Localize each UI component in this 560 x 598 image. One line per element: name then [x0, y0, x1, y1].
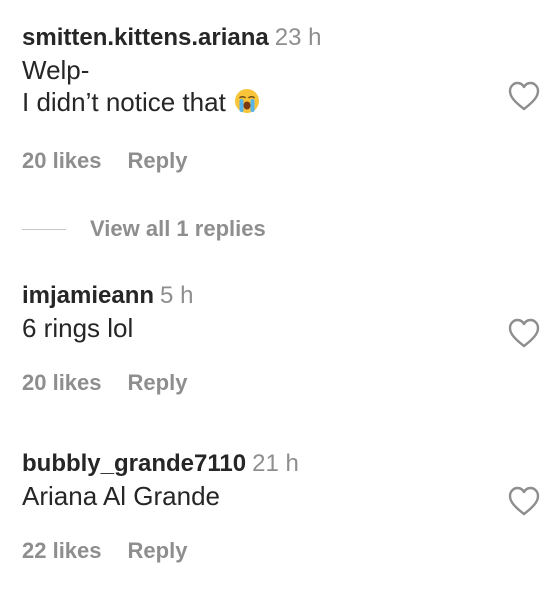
comment-actions: 20 likes Reply	[22, 148, 187, 174]
like-heart-icon[interactable]	[507, 485, 541, 517]
comment-text: 6 rings lol	[22, 312, 542, 344]
reply-button[interactable]: Reply	[128, 538, 188, 563]
loudly-crying-face-icon	[234, 89, 259, 113]
comment-text-line-with-emoji: I didn’t notice that	[22, 86, 542, 118]
comment-text-line: Ariana Al Grande	[22, 481, 221, 511]
comment-text: Ariana Al Grande	[22, 480, 542, 512]
comment-header: imjamieann 5 h	[22, 282, 542, 310]
comment-actions: 20 likes Reply	[22, 370, 187, 396]
replies-divider-line	[22, 228, 66, 230]
reply-button[interactable]: Reply	[128, 148, 188, 173]
comment-text-line: 6 rings lol	[22, 313, 134, 343]
comment-text-line: Welp-	[22, 55, 90, 85]
comment-timestamp[interactable]: 5 h	[160, 282, 193, 309]
likes-count[interactable]: 20 likes	[22, 370, 102, 395]
view-replies-button[interactable]: View all 1 replies	[90, 216, 266, 241]
comment: bubbly_grande7110 21 h Ariana Al Grande	[22, 450, 542, 512]
comment-header: smitten.kittens.ariana 23 h	[22, 24, 542, 52]
comment-timestamp[interactable]: 21 h	[252, 450, 299, 477]
comment-username[interactable]: smitten.kittens.ariana	[22, 24, 269, 51]
likes-count[interactable]: 22 likes	[22, 538, 102, 563]
comment-username[interactable]: bubbly_grande7110	[22, 450, 246, 477]
comment-text-line: I didn’t notice that	[22, 87, 226, 117]
comment-username[interactable]: imjamieann	[22, 282, 154, 309]
comment-timestamp[interactable]: 23 h	[275, 24, 322, 51]
reply-button[interactable]: Reply	[128, 370, 188, 395]
comment-header: bubbly_grande7110 21 h	[22, 450, 542, 478]
like-heart-icon[interactable]	[507, 80, 541, 112]
comment: smitten.kittens.ariana 23 h Welp- I didn’…	[22, 24, 542, 118]
comment-text: Welp- I didn’t notice that	[22, 54, 542, 118]
comment-actions: 22 likes Reply	[22, 538, 187, 564]
like-heart-icon[interactable]	[507, 317, 541, 349]
likes-count[interactable]: 20 likes	[22, 148, 102, 173]
view-replies-row: View all 1 replies	[22, 216, 266, 242]
comment: imjamieann 5 h 6 rings lol	[22, 282, 542, 344]
